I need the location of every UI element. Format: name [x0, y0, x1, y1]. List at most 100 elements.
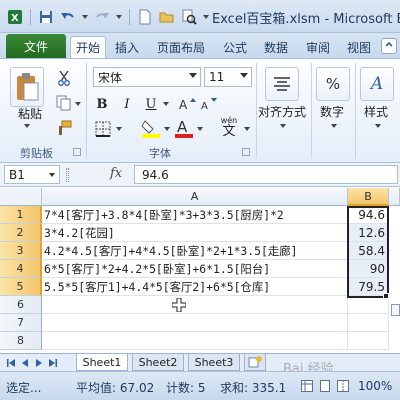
- copy-dropdown-icon[interactable]: [74, 100, 82, 108]
- next-sheet-icon[interactable]: [34, 357, 44, 369]
- row-header[interactable]: 6: [0, 296, 42, 314]
- italic-button[interactable]: I: [118, 95, 136, 113]
- font-size-combo[interactable]: 11: [204, 67, 252, 87]
- cell-a2[interactable]: 3*4.2[花园]: [42, 224, 348, 242]
- cut-icon[interactable]: [55, 69, 73, 87]
- customize-toolbar-icon[interactable]: [202, 8, 210, 26]
- sheet-tab-3[interactable]: Sheet3: [188, 354, 240, 371]
- cell-a6[interactable]: [42, 296, 348, 314]
- insert-function-icon[interactable]: fx: [110, 166, 122, 181]
- name-box-dropdown-icon[interactable]: [49, 173, 55, 177]
- cell-b8[interactable]: [348, 332, 389, 350]
- cell-a3[interactable]: 4.2*4.5[客厅]+4*4.5[卧室]*2+1*3.5[走廊]: [42, 242, 348, 260]
- phonetic-dropdown-icon[interactable]: [243, 125, 251, 133]
- cell-a1[interactable]: 7*4[客厅]+3.8*4[卧室]*3+3*3.5[厨房]*2: [42, 206, 348, 224]
- font-color-dropdown-icon[interactable]: [196, 125, 204, 133]
- decrease-font-icon[interactable]: A: [200, 95, 218, 113]
- undo-icon[interactable]: [59, 8, 77, 26]
- print-preview-icon[interactable]: [180, 8, 198, 26]
- fill-color-dropdown-icon[interactable]: [163, 125, 171, 133]
- worksheet-grid[interactable]: A B 1 2 3 4 5 6 7 8 7*4[客厅]+3.8*4[卧室]*3+…: [0, 188, 400, 353]
- borders-dropdown-icon[interactable]: [115, 125, 123, 133]
- formula-bar-splitter[interactable]: [66, 168, 69, 182]
- row-header[interactable]: 1: [0, 206, 42, 224]
- zoom-level[interactable]: 100%: [358, 379, 392, 393]
- open-folder-icon[interactable]: [158, 8, 176, 26]
- number-format-button[interactable]: %: [316, 67, 350, 101]
- tab-data[interactable]: 数据: [258, 36, 294, 58]
- cell-a5[interactable]: 5.5*5[客厅1]+4.4*5[客厅2]+6*5[仓库]: [42, 278, 348, 296]
- fill-handle[interactable]: [383, 293, 389, 299]
- column-header-c[interactable]: [389, 188, 400, 206]
- clipboard-launcher-icon[interactable]: [73, 148, 81, 156]
- column-header-a[interactable]: A: [42, 188, 348, 206]
- cell-b7[interactable]: [348, 314, 389, 332]
- undo-dropdown-icon[interactable]: [81, 8, 89, 26]
- borders-icon[interactable]: [93, 119, 113, 139]
- tab-insert[interactable]: 插入: [110, 36, 144, 58]
- paste-dropdown-icon[interactable]: [23, 122, 31, 130]
- cell-b3[interactable]: 58.4: [348, 242, 389, 260]
- font-name-value: 宋体: [98, 70, 123, 85]
- style-dropdown-icon[interactable]: [374, 122, 382, 130]
- row-header[interactable]: 3: [0, 242, 42, 260]
- quick-analysis-icon[interactable]: [391, 304, 400, 316]
- font-color-icon[interactable]: A: [173, 117, 195, 139]
- phonetic-guide-button[interactable]: wén 文: [216, 116, 242, 140]
- font-launcher-icon[interactable]: [242, 148, 250, 156]
- cell-a7[interactable]: [42, 314, 348, 332]
- cell-b4[interactable]: 90: [348, 260, 389, 278]
- sheet-tab-1[interactable]: Sheet1: [76, 354, 128, 371]
- font-name-combo[interactable]: 宋体: [93, 67, 201, 87]
- alignment-button[interactable]: [265, 67, 299, 101]
- format-painter-icon[interactable]: [55, 119, 73, 137]
- tab-formulas[interactable]: 公式: [218, 36, 252, 58]
- tab-file[interactable]: 文件: [6, 34, 66, 58]
- cell-a4[interactable]: 6*5[客厅]*2+4.2*5[卧室]+6*1.5[阳台]: [42, 260, 348, 278]
- tab-page-layout[interactable]: 页面布局: [152, 36, 210, 58]
- select-all-corner[interactable]: [0, 188, 42, 206]
- copy-icon[interactable]: [55, 94, 73, 112]
- cell-b1[interactable]: 94.6: [348, 206, 389, 224]
- row-header[interactable]: 7: [0, 314, 42, 332]
- formula-bar: B1 fx 94.6: [0, 163, 400, 187]
- underline-dropdown-icon[interactable]: [162, 100, 170, 108]
- styles-button[interactable]: A: [360, 67, 394, 101]
- redo-icon[interactable]: [93, 8, 111, 26]
- insert-sheet-icon[interactable]: [244, 354, 266, 371]
- row-header[interactable]: 5: [0, 278, 42, 296]
- cell-a8[interactable]: [42, 332, 348, 350]
- increase-font-icon[interactable]: A: [178, 95, 196, 113]
- font-size-dropdown-icon[interactable]: [240, 73, 248, 78]
- formula-input[interactable]: 94.6: [134, 165, 398, 184]
- row-header[interactable]: 8: [0, 332, 42, 350]
- paste-button[interactable]: [10, 67, 44, 107]
- alignment-dropdown-icon[interactable]: [279, 122, 287, 130]
- first-sheet-icon[interactable]: [6, 357, 16, 369]
- fill-color-icon[interactable]: [140, 117, 162, 139]
- bold-button[interactable]: B: [93, 95, 111, 113]
- page-layout-view-icon[interactable]: [318, 379, 332, 393]
- ribbon-overflow-icon[interactable]: [381, 38, 397, 54]
- font-name-dropdown-icon[interactable]: [189, 73, 197, 78]
- underline-button[interactable]: U: [142, 95, 160, 113]
- cell-b2[interactable]: 12.6: [348, 224, 389, 242]
- page-break-view-icon[interactable]: [336, 379, 350, 393]
- tab-home[interactable]: 开始: [70, 36, 106, 58]
- tab-view[interactable]: 视图: [341, 36, 377, 58]
- normal-view-icon[interactable]: [300, 379, 314, 393]
- column-header-b[interactable]: B: [348, 188, 389, 206]
- name-box[interactable]: B1: [4, 165, 60, 184]
- new-document-icon[interactable]: [136, 8, 154, 26]
- redo-dropdown-icon[interactable]: [115, 8, 123, 26]
- row-header[interactable]: 4: [0, 260, 42, 278]
- save-icon[interactable]: [37, 8, 55, 26]
- tab-review[interactable]: 审阅: [300, 36, 336, 58]
- number-dropdown-icon[interactable]: [330, 122, 338, 130]
- row-header[interactable]: 2: [0, 224, 42, 242]
- excel-logo-icon[interactable]: X: [6, 8, 24, 26]
- toolbar-separator: [129, 9, 130, 25]
- last-sheet-icon[interactable]: [48, 357, 58, 369]
- sheet-tab-2[interactable]: Sheet2: [132, 354, 184, 371]
- prev-sheet-icon[interactable]: [20, 357, 30, 369]
